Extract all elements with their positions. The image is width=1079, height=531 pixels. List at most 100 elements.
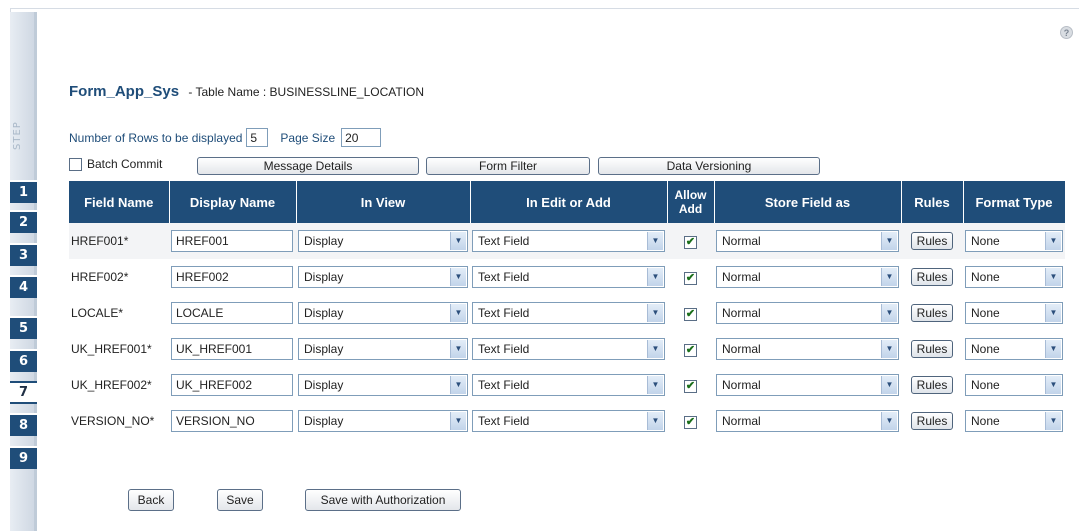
store-field-select-value: Normal xyxy=(722,342,761,356)
in-view-select[interactable]: Display ▼ xyxy=(298,338,468,360)
display-name-input[interactable] xyxy=(171,374,293,396)
rules-button[interactable]: Rules xyxy=(910,340,954,358)
rules-button[interactable]: Rules xyxy=(910,376,954,394)
chevron-down-icon[interactable]: ▼ xyxy=(881,268,897,286)
format-type-select-value: None xyxy=(971,414,1000,428)
format-type-select[interactable]: None ▼ xyxy=(965,230,1063,252)
message-details-button[interactable]: Message Details xyxy=(197,157,419,175)
rules-button[interactable]: Rules xyxy=(910,412,954,430)
chevron-down-icon[interactable]: ▼ xyxy=(1045,268,1061,286)
display-name-input[interactable] xyxy=(171,338,293,360)
chevron-down-icon[interactable]: ▼ xyxy=(450,412,466,430)
col-header-display-name: Display Name xyxy=(169,181,297,223)
data-versioning-button[interactable]: Data Versioning xyxy=(598,157,820,175)
step-tab-5[interactable]: 5 xyxy=(10,316,37,339)
in-view-select[interactable]: Display ▼ xyxy=(298,266,468,288)
step-tab-9[interactable]: 9 xyxy=(10,446,37,469)
step-tab-8[interactable]: 8 xyxy=(10,413,37,436)
format-type-select[interactable]: None ▼ xyxy=(965,374,1063,396)
format-type-select[interactable]: None ▼ xyxy=(965,266,1063,288)
allow-add-line1: Allow xyxy=(674,188,707,202)
allow-add-checkbox[interactable]: ✔ xyxy=(684,271,697,285)
in-edit-select-value: Text Field xyxy=(478,342,530,356)
chevron-down-icon[interactable]: ▼ xyxy=(881,376,897,394)
allow-add-checkbox[interactable]: ✔ xyxy=(684,343,697,357)
batch-commit-checkbox[interactable] xyxy=(69,157,82,171)
in-edit-select[interactable]: Text Field ▼ xyxy=(472,230,665,252)
in-edit-select[interactable]: Text Field ▼ xyxy=(472,302,665,324)
in-view-select[interactable]: Display ▼ xyxy=(298,374,468,396)
display-name-input[interactable] xyxy=(171,302,293,324)
store-field-select[interactable]: Normal ▼ xyxy=(716,302,899,324)
chevron-down-icon[interactable]: ▼ xyxy=(450,304,466,322)
chevron-down-icon[interactable]: ▼ xyxy=(647,376,663,394)
save-button[interactable]: Save xyxy=(217,489,263,511)
chevron-down-icon[interactable]: ▼ xyxy=(881,232,897,250)
chevron-down-icon[interactable]: ▼ xyxy=(1045,340,1061,358)
format-type-select[interactable]: None ▼ xyxy=(965,410,1063,432)
help-icon[interactable]: ? xyxy=(1060,26,1073,39)
step-tab-7[interactable]: 7 xyxy=(10,381,37,404)
page-size-input[interactable] xyxy=(341,128,382,147)
rows-label: Number of Rows to be displayed xyxy=(69,130,243,145)
step-tab-1[interactable]: 1 xyxy=(10,180,37,203)
chevron-down-icon[interactable]: ▼ xyxy=(450,340,466,358)
in-view-select[interactable]: Display ▼ xyxy=(298,230,468,252)
chevron-down-icon[interactable]: ▼ xyxy=(647,232,663,250)
chevron-down-icon[interactable]: ▼ xyxy=(1045,232,1061,250)
format-type-select[interactable]: None ▼ xyxy=(965,302,1063,324)
chevron-down-icon[interactable]: ▼ xyxy=(881,304,897,322)
allow-add-checkbox[interactable]: ✔ xyxy=(684,415,697,429)
step-tab-2[interactable]: 2 xyxy=(10,210,37,233)
in-edit-select[interactable]: Text Field ▼ xyxy=(472,374,665,396)
allow-add-checkbox[interactable]: ✔ xyxy=(684,379,697,393)
store-field-select-value: Normal xyxy=(722,306,761,320)
chevron-down-icon[interactable]: ▼ xyxy=(1045,412,1061,430)
chevron-down-icon[interactable]: ▼ xyxy=(450,268,466,286)
display-name-input[interactable] xyxy=(171,410,293,432)
chevron-down-icon[interactable]: ▼ xyxy=(1045,376,1061,394)
store-field-select[interactable]: Normal ▼ xyxy=(716,374,899,396)
step-tab-6[interactable]: 6 xyxy=(10,349,37,372)
in-view-select[interactable]: Display ▼ xyxy=(298,302,468,324)
chevron-down-icon[interactable]: ▼ xyxy=(647,268,663,286)
back-button[interactable]: Back xyxy=(128,489,174,511)
save-with-authorization-button[interactable]: Save with Authorization xyxy=(305,489,461,511)
table-row: VERSION_NO* Display ▼ Text Field ▼ ✔ Normal ▼ Ru… xyxy=(69,403,1065,439)
in-view-select-value: Display xyxy=(304,306,344,320)
chevron-down-icon[interactable]: ▼ xyxy=(881,340,897,358)
chevron-down-icon[interactable]: ▼ xyxy=(647,340,663,358)
store-field-select[interactable]: Normal ▼ xyxy=(716,266,899,288)
chevron-down-icon[interactable]: ▼ xyxy=(450,232,466,250)
rules-button[interactable]: Rules xyxy=(910,232,954,250)
rows-input[interactable] xyxy=(246,128,269,147)
form-filter-button[interactable]: Form Filter xyxy=(426,157,590,175)
display-name-input[interactable] xyxy=(171,266,293,288)
rules-button[interactable]: Rules xyxy=(910,304,954,322)
rows-settings: Number of Rows to be displayed Page Size xyxy=(69,128,382,147)
chevron-down-icon[interactable]: ▼ xyxy=(1045,304,1061,322)
chevron-down-icon[interactable]: ▼ xyxy=(647,304,663,322)
format-type-select[interactable]: None ▼ xyxy=(965,338,1063,360)
in-edit-select[interactable]: Text Field ▼ xyxy=(472,410,665,432)
chevron-down-icon[interactable]: ▼ xyxy=(450,376,466,394)
chevron-down-icon[interactable]: ▼ xyxy=(881,412,897,430)
field-name-cell: UK_HREF002* xyxy=(71,378,152,392)
in-view-select[interactable]: Display ▼ xyxy=(298,410,468,432)
in-edit-select[interactable]: Text Field ▼ xyxy=(472,338,665,360)
allow-add-checkbox[interactable]: ✔ xyxy=(684,235,697,249)
step-label: STEP xyxy=(12,121,23,151)
rules-button[interactable]: Rules xyxy=(910,268,954,286)
step-tab-4[interactable]: 4 xyxy=(10,275,37,298)
allow-add-checkbox[interactable]: ✔ xyxy=(684,307,697,321)
display-name-input[interactable] xyxy=(171,230,293,252)
chevron-down-icon[interactable]: ▼ xyxy=(647,412,663,430)
in-view-select-value: Display xyxy=(304,234,344,248)
store-field-select[interactable]: Normal ▼ xyxy=(716,230,899,252)
store-field-select[interactable]: Normal ▼ xyxy=(716,338,899,360)
store-field-select[interactable]: Normal ▼ xyxy=(716,410,899,432)
col-header-in-view: In View xyxy=(296,181,471,223)
store-field-select-value: Normal xyxy=(722,270,761,284)
step-tab-3[interactable]: 3 xyxy=(10,243,37,266)
in-edit-select[interactable]: Text Field ▼ xyxy=(472,266,665,288)
